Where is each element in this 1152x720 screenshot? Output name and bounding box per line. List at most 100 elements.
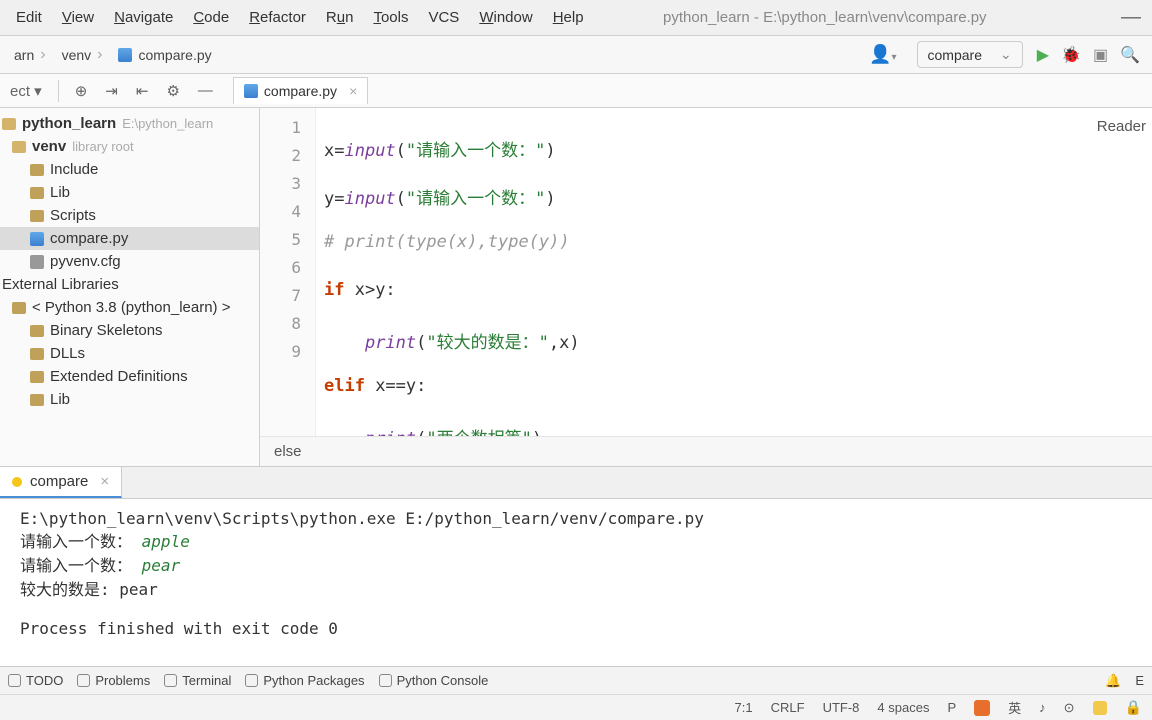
console-command: E:\python_learn\venv\Scripts\python.exe … bbox=[20, 509, 1132, 528]
tree-venv[interactable]: venv library root bbox=[0, 135, 259, 158]
tree-extended-definitions[interactable]: Extended Definitions bbox=[0, 365, 259, 388]
breadcrumb-folder[interactable]: venv› bbox=[54, 43, 111, 67]
breadcrumb-project[interactable]: arn› bbox=[6, 43, 54, 67]
tree-python38[interactable]: < Python 3.8 (python_learn) > bbox=[0, 296, 259, 319]
gutter: 1 2 3 4 5 6 7 8 9 bbox=[260, 108, 316, 436]
menu-navigate[interactable]: Navigate bbox=[104, 3, 183, 32]
line-number: 4 bbox=[260, 198, 315, 226]
terminal-tool[interactable]: Terminal bbox=[164, 673, 231, 688]
editor-tab-compare[interactable]: compare.py × bbox=[233, 77, 368, 104]
pad-icon[interactable] bbox=[1093, 701, 1107, 715]
tree-binary-skeletons[interactable]: Binary Skeletons bbox=[0, 319, 259, 342]
folder-icon bbox=[30, 325, 44, 337]
expand-all-button[interactable]: ⇥ bbox=[99, 78, 124, 104]
run-tab-compare[interactable]: compare × bbox=[0, 467, 122, 498]
line-number: 9 bbox=[260, 338, 315, 366]
menu-code[interactable]: Code bbox=[183, 3, 239, 32]
menu-vcs[interactable]: VCS bbox=[418, 3, 469, 32]
menu-refactor[interactable]: Refactor bbox=[239, 3, 316, 32]
tree-label: Scripts bbox=[50, 207, 96, 224]
event-log-icon[interactable]: 🔔 bbox=[1105, 673, 1121, 689]
minimize-button[interactable]: — bbox=[1116, 6, 1146, 29]
console-output-line: 较大的数是: pear bbox=[20, 576, 1132, 600]
tree-label: DLLs bbox=[50, 345, 85, 362]
tree-include[interactable]: Include bbox=[0, 158, 259, 181]
lock-icon: 🔒 bbox=[1125, 699, 1142, 716]
close-tab-icon[interactable]: × bbox=[349, 83, 357, 99]
ime-lang[interactable]: 英 bbox=[1008, 698, 1021, 717]
tree-pyvenv-cfg[interactable]: pyvenv.cfg bbox=[0, 250, 259, 273]
indent-setting[interactable]: 4 spaces bbox=[877, 700, 929, 715]
line-number: 1 bbox=[260, 114, 315, 142]
collapse-all-button[interactable]: ⇤ bbox=[130, 78, 155, 104]
code-breadcrumb[interactable]: else bbox=[260, 436, 1152, 466]
cursor-position[interactable]: 7:1 bbox=[735, 700, 753, 715]
debug-button[interactable]: 🐞 bbox=[1055, 41, 1087, 69]
packages-icon bbox=[245, 674, 258, 687]
menu-window[interactable]: Window bbox=[469, 3, 542, 32]
reader-mode-label[interactable]: Reader bbox=[1097, 118, 1146, 135]
run-button[interactable]: ▶ bbox=[1031, 41, 1055, 69]
tree-external-libraries[interactable]: External Libraries bbox=[0, 273, 259, 296]
tree-label: venv bbox=[32, 138, 66, 155]
line-number: 6 bbox=[260, 254, 315, 282]
menu-run[interactable]: Run bbox=[316, 3, 364, 32]
folder-icon bbox=[30, 348, 44, 360]
tree-dlls[interactable]: DLLs bbox=[0, 342, 259, 365]
project-dropdown[interactable]: ect ▾ bbox=[4, 78, 48, 104]
clock-icon[interactable]: ⊙ bbox=[1064, 700, 1075, 716]
tree-label: External Libraries bbox=[2, 276, 119, 293]
ime-indicator[interactable] bbox=[974, 700, 990, 716]
search-everywhere-button[interactable]: 🔍 bbox=[1114, 41, 1146, 69]
folder-icon bbox=[30, 164, 44, 176]
tree-label: Lib bbox=[50, 184, 70, 201]
folder-icon bbox=[30, 210, 44, 222]
tree-scripts[interactable]: Scripts bbox=[0, 204, 259, 227]
console-output[interactable]: E:\python_learn\venv\Scripts\python.exe … bbox=[0, 499, 1152, 666]
console-input: pear bbox=[142, 556, 181, 575]
python-packages-tool[interactable]: Python Packages bbox=[245, 673, 364, 688]
tree-label: < Python 3.8 (python_learn) > bbox=[32, 299, 230, 316]
console-input: apple bbox=[142, 532, 190, 551]
settings-icon[interactable]: ⚙ bbox=[160, 78, 185, 104]
python-console-tool[interactable]: Python Console bbox=[379, 673, 489, 688]
menu-view[interactable]: View bbox=[52, 3, 104, 32]
tree-lib[interactable]: Lib bbox=[0, 181, 259, 204]
folder-icon bbox=[30, 394, 44, 406]
tree-label: Lib bbox=[50, 391, 70, 408]
tree-compare-file[interactable]: compare.py bbox=[0, 227, 259, 250]
select-opened-file-button[interactable]: ⊕ bbox=[69, 78, 94, 104]
event-label[interactable]: E bbox=[1135, 673, 1144, 688]
folder-icon bbox=[30, 371, 44, 383]
folder-icon bbox=[12, 141, 26, 153]
menu-help[interactable]: Help bbox=[543, 3, 594, 32]
breadcrumb-file[interactable]: compare.py bbox=[110, 44, 219, 66]
folder-icon bbox=[30, 187, 44, 199]
run-with-coverage-button[interactable]: ▣ bbox=[1087, 41, 1114, 69]
folder-icon bbox=[2, 118, 16, 130]
notification-icon[interactable]: ♪ bbox=[1039, 700, 1046, 715]
tree-label: compare.py bbox=[50, 230, 128, 247]
todo-tool[interactable]: TODO bbox=[8, 673, 63, 688]
python-interpreter[interactable]: P bbox=[947, 700, 956, 715]
terminal-icon bbox=[164, 674, 177, 687]
hide-button[interactable]: — bbox=[192, 78, 219, 103]
line-separator[interactable]: CRLF bbox=[771, 700, 805, 715]
tree-path: E:\python_learn bbox=[122, 116, 213, 131]
code-area[interactable]: x=input("请输入一个数：") y=input("请输入一个数：") # … bbox=[316, 108, 1152, 436]
user-icon[interactable]: 👤▾ bbox=[863, 40, 902, 69]
line-number: 5 bbox=[260, 226, 315, 254]
menu-tools[interactable]: Tools bbox=[363, 3, 418, 32]
file-encoding[interactable]: UTF-8 bbox=[823, 700, 860, 715]
menu-edit[interactable]: Edit bbox=[6, 3, 52, 32]
todo-icon bbox=[8, 674, 21, 687]
tree-lib2[interactable]: Lib bbox=[0, 388, 259, 411]
close-icon[interactable]: × bbox=[100, 473, 109, 490]
config-file-icon bbox=[30, 255, 44, 269]
window-title: python_learn - E:\python_learn\venv\comp… bbox=[594, 9, 1116, 26]
tree-root[interactable]: python_learn E:\python_learn bbox=[0, 112, 259, 135]
tree-note: library root bbox=[72, 139, 133, 154]
console-prompt: 请输入一个数： bbox=[20, 532, 132, 551]
run-configuration-selector[interactable]: compare ⌄ bbox=[917, 41, 1023, 68]
problems-tool[interactable]: Problems bbox=[77, 673, 150, 688]
